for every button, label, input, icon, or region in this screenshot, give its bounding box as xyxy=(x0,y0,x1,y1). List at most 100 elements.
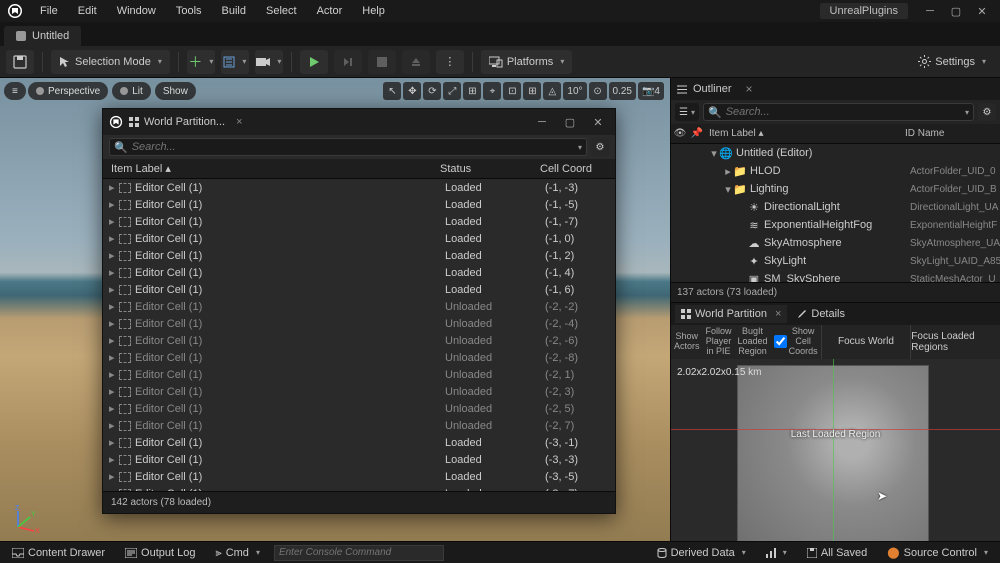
settings-dropdown[interactable]: Settings xyxy=(910,50,994,74)
expand-arrow[interactable]: ▸ xyxy=(109,215,119,228)
outliner-row[interactable]: ▾📁LightingActorFolder_UID_B xyxy=(671,180,1000,198)
expand-arrow[interactable]: ▸ xyxy=(109,198,119,211)
show-cell-coords-toggle[interactable]: ShowCellCoords xyxy=(771,325,821,359)
unreal-plugins-button[interactable]: UnrealPlugins xyxy=(820,3,908,19)
cinematics-dropdown[interactable] xyxy=(255,50,283,74)
col-cell-coord[interactable]: Cell Coord xyxy=(540,163,615,175)
cell-row[interactable]: ▸Editor Cell (1)Unloaded(-2, -8) xyxy=(103,349,615,366)
expand-arrow[interactable]: ▸ xyxy=(109,181,119,194)
outliner-row[interactable]: ☁SkyAtmosphereSkyAtmosphere_UA xyxy=(671,234,1000,252)
outliner-row[interactable]: ≋ExponentialHeightFogExponentialHeightF xyxy=(671,216,1000,234)
cell-row[interactable]: ▸Editor Cell (1)Unloaded(-2, 5) xyxy=(103,400,615,417)
outliner-row[interactable]: ▸📁HLODActorFolder_UID_0 xyxy=(671,162,1000,180)
expand-arrow[interactable]: ▸ xyxy=(109,300,119,313)
floatwin-settings-button[interactable]: ⚙ xyxy=(591,138,609,156)
menu-edit[interactable]: Edit xyxy=(68,2,107,20)
cell-row[interactable]: ▸Editor Cell (1)Loaded(-1, 2) xyxy=(103,247,615,264)
stats-button[interactable] xyxy=(760,546,793,560)
window-minimize-button[interactable]: ─ xyxy=(918,2,942,20)
viewport-tool-8[interactable]: ◬ xyxy=(543,82,561,100)
cell-row[interactable]: ▸Editor Cell (1)Loaded(-1, 0) xyxy=(103,230,615,247)
cell-row[interactable]: ▸Editor Cell (1)Unloaded(-2, -4) xyxy=(103,315,615,332)
floatwin-tab-close[interactable]: × xyxy=(236,116,242,128)
viewport-tool-5[interactable]: ⌖ xyxy=(483,82,501,100)
wp-tab[interactable]: World Partition × xyxy=(675,305,787,323)
outliner-row[interactable]: ☀DirectionalLightDirectionalLight_UA xyxy=(671,198,1000,216)
expand-arrow[interactable]: ▸ xyxy=(109,453,119,466)
menu-tools[interactable]: Tools xyxy=(166,2,212,20)
eject-button[interactable] xyxy=(402,50,430,74)
expand-arrow[interactable]: ▸ xyxy=(723,165,733,178)
col-status[interactable]: Status xyxy=(440,163,540,175)
menu-window[interactable]: Window xyxy=(107,2,166,20)
skip-button[interactable] xyxy=(334,50,362,74)
viewport-tool-6[interactable]: ⊡ xyxy=(503,82,521,100)
cell-row[interactable]: ▸Editor Cell (1)Loaded(-1, -7) xyxy=(103,213,615,230)
menu-help[interactable]: Help xyxy=(352,2,395,20)
platforms-dropdown[interactable]: Platforms xyxy=(481,50,572,74)
follow-player-button[interactable]: FollowPlayerin PIE xyxy=(703,325,735,359)
floatwin-search[interactable]: 🔍 xyxy=(109,138,587,156)
blueprint-dropdown[interactable] xyxy=(221,50,249,74)
expand-arrow[interactable]: ▸ xyxy=(109,402,119,415)
viewport-tool-12[interactable]: 📷4 xyxy=(638,82,664,100)
outliner-close-button[interactable]: × xyxy=(746,82,753,96)
document-tab[interactable]: Untitled xyxy=(4,26,81,46)
viewport-tool-11[interactable]: 0.25 xyxy=(609,82,636,100)
outliner-search[interactable]: 🔍 xyxy=(703,103,974,121)
viewport-tool-4[interactable]: ⊞ xyxy=(463,82,481,100)
outliner-settings-button[interactable]: ⚙ xyxy=(978,103,996,121)
save-button[interactable] xyxy=(6,50,34,74)
add-content-button[interactable]: ＋ xyxy=(187,50,215,74)
viewport-pill-lit[interactable]: Lit xyxy=(112,82,151,100)
viewport-tool-0[interactable]: ↖ xyxy=(383,82,401,100)
floatwin-titlebar[interactable]: World Partition...× ─ ▢ ✕ xyxy=(103,109,615,135)
outliner-row[interactable]: ✦SkyLightSkyLight_UAID_A85 xyxy=(671,252,1000,270)
floatwin-minimize[interactable]: ─ xyxy=(531,112,553,132)
selection-mode-dropdown[interactable]: Selection Mode xyxy=(51,50,170,74)
expand-arrow[interactable]: ▾ xyxy=(709,147,719,160)
menu-file[interactable]: File xyxy=(30,2,68,20)
wp-tab-close[interactable]: × xyxy=(775,308,781,320)
viewport-tool-2[interactable]: ⟳ xyxy=(423,82,441,100)
floatwin-search-options[interactable] xyxy=(575,141,582,153)
expand-arrow[interactable]: ▸ xyxy=(109,385,119,398)
expand-arrow[interactable]: ▸ xyxy=(109,334,119,347)
cmd-dropdown[interactable]: ⫸ Cmd xyxy=(209,544,265,562)
output-log-button[interactable]: Output Log xyxy=(119,545,201,561)
expand-arrow[interactable]: ▸ xyxy=(109,351,119,364)
col-item-label[interactable]: Item Label ▴ xyxy=(103,162,440,175)
cell-row[interactable]: ▸Editor Cell (1)Unloaded(-2, 3) xyxy=(103,383,615,400)
outliner-search-options[interactable] xyxy=(962,106,969,118)
expand-arrow[interactable]: ▸ xyxy=(109,470,119,483)
window-close-button[interactable]: ✕ xyxy=(970,2,994,20)
expand-arrow[interactable]: ▸ xyxy=(109,317,119,330)
item-label-column[interactable]: Item Label ▴ xyxy=(705,128,905,139)
derived-data-button[interactable]: Derived Data xyxy=(651,545,752,561)
expand-arrow[interactable]: ▸ xyxy=(109,249,119,262)
pin-column-icon[interactable]: 📌 xyxy=(689,128,705,139)
bugit-region-button[interactable]: BugItLoadedRegion xyxy=(735,325,771,359)
focus-loaded-regions-button[interactable]: Focus Loaded Regions xyxy=(910,325,1000,359)
details-tab[interactable]: Details xyxy=(791,305,851,323)
source-control-button[interactable]: ⬤ Source Control xyxy=(881,544,994,561)
id-name-column[interactable]: ID Name xyxy=(905,128,1000,139)
visibility-column-icon[interactable]: 👁 xyxy=(671,128,689,139)
show-actors-button[interactable]: ShowActors xyxy=(671,325,703,359)
cell-row[interactable]: ▸Editor Cell (1)Unloaded(-2, -2) xyxy=(103,298,615,315)
viewport-pill-perspective[interactable]: Perspective xyxy=(28,82,108,100)
expand-arrow[interactable]: ▸ xyxy=(109,368,119,381)
play-options-button[interactable]: ⋮ xyxy=(436,50,464,74)
outliner-row[interactable]: ▣SM_SkySphereStaticMeshActor_U xyxy=(671,270,1000,282)
viewport-menu-button[interactable]: ≡ xyxy=(4,82,26,100)
cell-row[interactable]: ▸Editor Cell (1)Loaded(-3, -3) xyxy=(103,451,615,468)
outliner-search-input[interactable] xyxy=(726,106,958,118)
content-drawer-button[interactable]: Content Drawer xyxy=(6,545,111,561)
cell-row[interactable]: ▸Editor Cell (1)Loaded(-1, 6) xyxy=(103,281,615,298)
window-maximize-button[interactable]: ▢ xyxy=(944,2,968,20)
outliner-row[interactable]: ▾🌐Untitled (Editor) xyxy=(671,144,1000,162)
console-command-input[interactable] xyxy=(274,545,444,561)
expand-arrow[interactable]: ▸ xyxy=(109,436,119,449)
cell-row[interactable]: ▸Editor Cell (1)Loaded(-3, -5) xyxy=(103,468,615,485)
all-saved-button[interactable]: All Saved xyxy=(801,545,873,561)
